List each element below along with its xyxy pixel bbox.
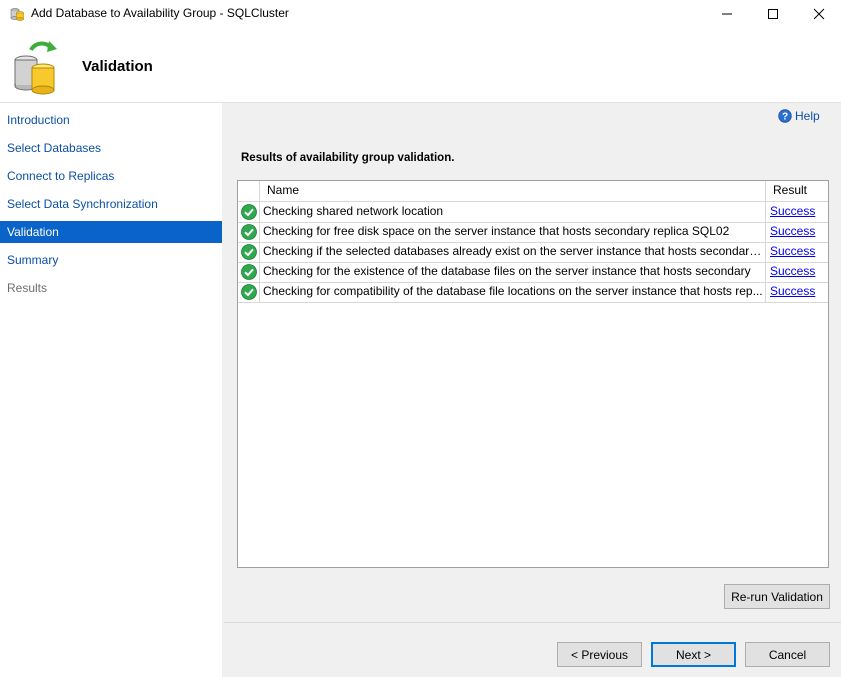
- success-check-icon: [238, 282, 260, 302]
- row-name: Checking for the existence of the databa…: [260, 262, 766, 282]
- help-icon: ?: [778, 109, 792, 123]
- close-icon: [813, 8, 825, 20]
- table-row[interactable]: Checking for the existence of the databa…: [238, 262, 828, 283]
- row-result-link[interactable]: Success: [766, 242, 830, 262]
- row-name: Checking if the selected databases alrea…: [260, 242, 766, 262]
- column-header-name[interactable]: Name: [260, 181, 766, 201]
- wizard-sidebar: Introduction Select Databases Connect to…: [0, 103, 222, 677]
- success-check-icon: [238, 202, 260, 222]
- sidebar-item-summary[interactable]: Summary: [0, 249, 222, 271]
- previous-button[interactable]: < Previous: [557, 642, 642, 667]
- footer-divider: [224, 622, 841, 623]
- column-header-result[interactable]: Result: [766, 181, 830, 201]
- database-refresh-icon: [11, 38, 63, 96]
- minimize-icon: [722, 13, 732, 15]
- minimize-button[interactable]: [704, 0, 750, 28]
- sidebar-item-connect-to-replicas[interactable]: Connect to Replicas: [0, 165, 222, 187]
- table-row[interactable]: Checking shared network location Success: [238, 202, 828, 223]
- main-content: ? Help Results of availability group val…: [224, 103, 841, 677]
- close-button[interactable]: [796, 0, 841, 28]
- row-name: Checking for free disk space on the serv…: [260, 222, 766, 242]
- success-check-icon: [238, 262, 260, 282]
- row-name: Checking shared network location: [260, 202, 766, 222]
- sidebar-item-results: Results: [7, 281, 48, 295]
- page-header: Validation: [0, 28, 841, 102]
- row-result-link[interactable]: Success: [766, 222, 830, 242]
- help-label: Help: [795, 109, 820, 123]
- sidebar-item-validation[interactable]: Validation: [0, 221, 222, 243]
- sidebar-item-introduction[interactable]: Introduction: [0, 109, 222, 131]
- column-header-status[interactable]: [238, 181, 260, 201]
- page-title: Validation: [82, 58, 153, 75]
- svg-text:?: ?: [782, 112, 788, 123]
- row-result-link[interactable]: Success: [766, 282, 830, 302]
- results-title: Results of availability group validation…: [241, 152, 455, 164]
- success-check-icon: [238, 242, 260, 262]
- row-result-link[interactable]: Success: [766, 202, 830, 222]
- validation-results-table: Name Result Checking shared network loca…: [237, 180, 829, 568]
- rerun-validation-button[interactable]: Re-run Validation: [724, 584, 830, 609]
- sidebar-item-select-databases[interactable]: Select Databases: [0, 137, 222, 159]
- maximize-button[interactable]: [750, 0, 796, 28]
- app-database-icon: [9, 6, 25, 22]
- title-bar: Add Database to Availability Group - SQL…: [0, 0, 841, 28]
- success-check-icon: [238, 222, 260, 242]
- row-name: Checking for compatibility of the databa…: [260, 282, 766, 302]
- table-row[interactable]: Checking if the selected databases alrea…: [238, 242, 828, 263]
- cancel-button[interactable]: Cancel: [745, 642, 830, 667]
- next-button[interactable]: Next >: [651, 642, 736, 667]
- sidebar-item-select-data-synchronization[interactable]: Select Data Synchronization: [0, 193, 222, 215]
- table-header-row: Name Result: [238, 181, 828, 202]
- maximize-icon: [768, 9, 778, 19]
- table-row[interactable]: Checking for compatibility of the databa…: [238, 282, 828, 303]
- row-result-link[interactable]: Success: [766, 262, 830, 282]
- table-row[interactable]: Checking for free disk space on the serv…: [238, 222, 828, 243]
- window-title: Add Database to Availability Group - SQL…: [31, 6, 289, 20]
- help-link[interactable]: ? Help: [778, 109, 820, 123]
